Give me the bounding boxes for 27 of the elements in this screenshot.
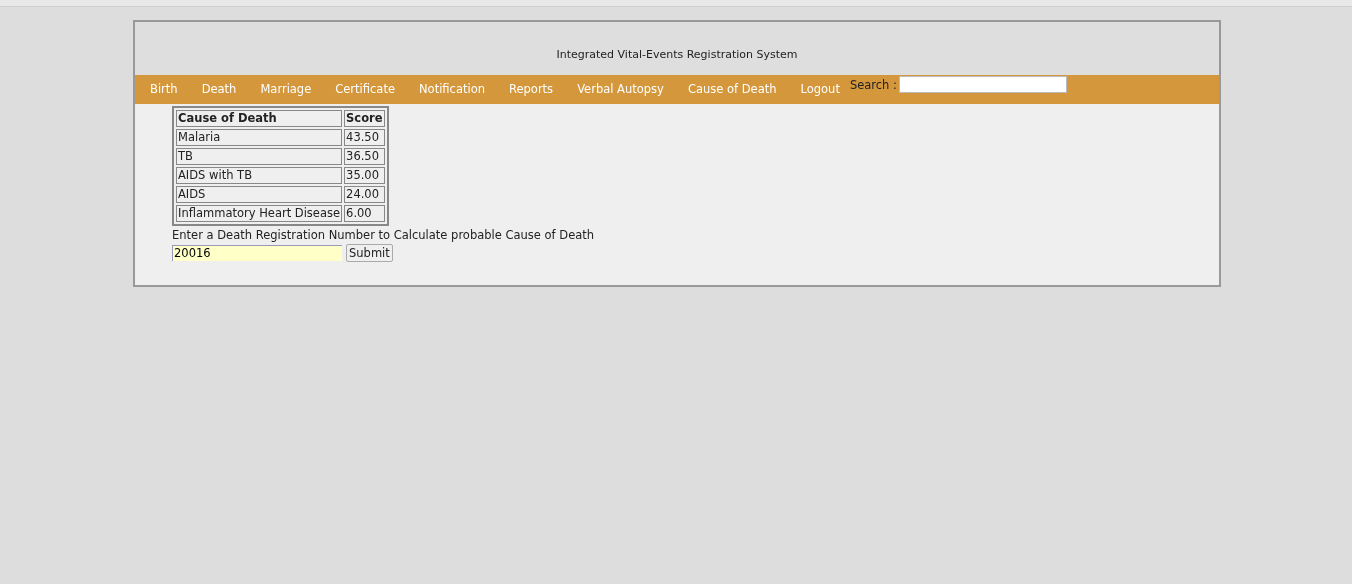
nav-link[interactable]: Cause of Death [675, 80, 789, 99]
table-cell: Inflammatory Heart Disease [176, 205, 343, 222]
nav-link[interactable]: Birth [138, 80, 190, 99]
table-cell: 36.50 [344, 148, 385, 165]
nav-link[interactable]: Notification [407, 80, 497, 99]
site-title: Integrated Vital-Events Registration System [556, 46, 798, 63]
column-header: Score [344, 110, 385, 127]
table-cell: 6.00 [344, 205, 385, 222]
search-field[interactable] [898, 76, 1067, 93]
table-cell: AIDS [176, 186, 343, 203]
nav-link[interactable]: Certificate [323, 80, 407, 99]
nav-link[interactable]: Verbal Autopsy [565, 80, 676, 99]
nav-link[interactable]: Marriage [248, 80, 324, 99]
submit-button[interactable]: Submit [346, 244, 393, 263]
search-label: Search : [849, 77, 897, 94]
nav-link[interactable]: Reports [497, 80, 566, 99]
table-cell: 35.00 [344, 167, 385, 184]
nav-link[interactable]: Logout [788, 80, 852, 99]
table-cell: TB [176, 148, 343, 165]
nav-link[interactable]: Death [189, 80, 249, 99]
table-cell: 43.50 [344, 129, 385, 146]
registration-number-field[interactable]: 20016 [172, 245, 342, 262]
table-cell: 24.00 [344, 186, 385, 203]
column-header: Cause of Death [176, 110, 343, 127]
table-cell: Malaria [176, 129, 343, 146]
table-cell: AIDS with TB [176, 167, 343, 184]
form-prompt: Enter a Death Registration Number to Calculate probable Cause of Death [172, 227, 596, 244]
